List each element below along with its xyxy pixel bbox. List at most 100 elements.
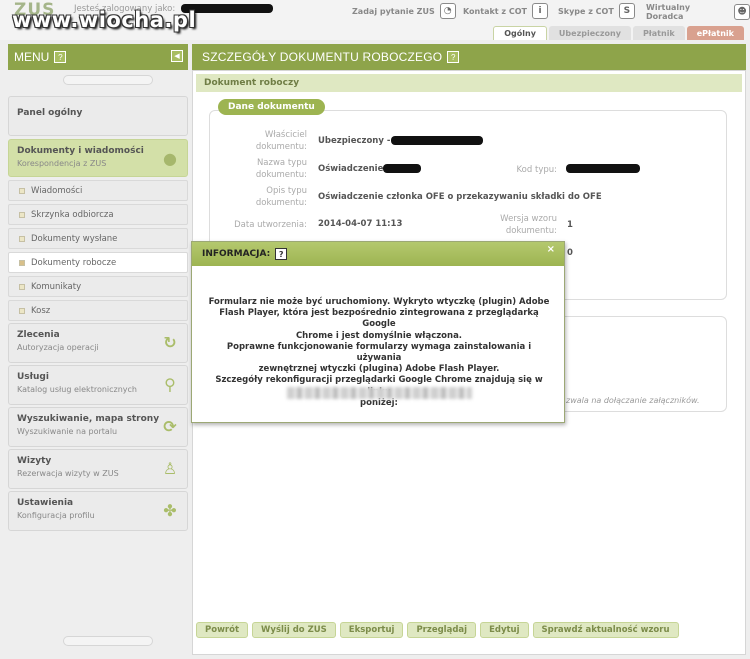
menu-help-icon[interactable]: ? — [54, 51, 67, 63]
profile-tabs: Ogólny Ubezpieczony Płatnik ePłatnik — [493, 26, 744, 40]
panel-label: Panel ogólny — [17, 108, 83, 118]
sidebar-subitem-sent[interactable]: Dokumenty wysłane — [8, 228, 188, 249]
documents-title: Dokumenty i wiadomości — [17, 146, 144, 156]
skype-cot-label: Skype z COT — [558, 6, 614, 16]
sidebar-subitem-inbox[interactable]: Skrzynka odbiorcza — [8, 204, 188, 225]
template-version-value: 1 — [567, 220, 573, 230]
sidebar-item-services[interactable]: Usługi Katalog usług elektronicznych ⚲ — [8, 365, 188, 405]
page-help-icon[interactable]: ? — [447, 51, 460, 63]
doc-type-text: Oświadczenie — [318, 164, 384, 174]
person-icon: ☻ — [734, 4, 750, 20]
section-subtitle: Wyszukiwanie na portalu — [17, 427, 118, 436]
close-icon[interactable]: × — [547, 244, 555, 255]
message-line: zewnętrznej wtyczki (plugina) Adobe Flas… — [258, 364, 500, 375]
dialog-header: INFORMACJA: ? × — [192, 242, 564, 266]
browse-button[interactable]: Przeglądaj — [407, 622, 477, 638]
section-title: Wizyty — [17, 456, 52, 466]
search-cycle-icon: ⟳ — [163, 417, 177, 436]
action-bar: Powrót Wyślij do ZUS Eksportuj Przegląda… — [196, 622, 742, 640]
virtual-advisor-label: Wirtualny Doradca — [646, 3, 691, 21]
speech-bubble-icon: ● — [163, 149, 177, 168]
doc-desc-value: Oświadczenie członka OFE o przekazywaniu… — [318, 192, 602, 202]
section-title: Wyszukiwanie, mapa strony — [17, 414, 160, 424]
skype-icon: S — [618, 3, 635, 19]
puzzle-icon: ✤ — [163, 501, 177, 520]
sidebar-item-panel[interactable]: Panel ogólny — [8, 96, 188, 136]
section-subtitle: Konfiguracja profilu — [17, 511, 95, 520]
tab-payer[interactable]: Płatnik — [632, 26, 685, 40]
sidebar-item-search[interactable]: Wyszukiwanie, mapa strony Wyszukiwanie n… — [8, 407, 188, 447]
bullet-icon — [19, 283, 25, 290]
subitem-label: Komunikaty — [31, 281, 82, 292]
sidebar-item-visits[interactable]: Wizyty Rezerwacja wizyty w ZUS ♙ — [8, 449, 188, 489]
created-date-value: 2014-04-07 11:13 — [318, 219, 403, 229]
owner-value-text: Ubezpieczony - — [318, 136, 391, 146]
sidebar-subitem-drafts[interactable]: Dokumenty robocze — [8, 252, 188, 273]
doc-desc-label: Opis typu dokumentu: — [255, 186, 307, 208]
virtual-advisor-link[interactable]: Wirtualny Doradca ☻ — [646, 3, 750, 21]
chat-bubble-icon: ◔ — [439, 3, 456, 19]
owner-value: Ubezpieczony - — [318, 136, 484, 146]
message-line: Formularz nie może być uruchomiony. Wykr… — [208, 297, 550, 307]
sidebar-subitem-notices[interactable]: Komunikaty — [8, 276, 188, 297]
edit-button[interactable]: Edytuj — [480, 622, 529, 638]
sidebar-item-documents[interactable]: Dokumenty i wiadomości Korespondencja z … — [8, 139, 188, 177]
template-version-label: Wersja wzoru dokumentu: — [500, 214, 557, 236]
menu-header: MENU ? ◀ — [8, 44, 188, 70]
menu-title: MENU — [14, 50, 50, 64]
bullet-icon — [19, 187, 25, 194]
check-template-button[interactable]: Sprawdź aktualność wzoru — [532, 622, 679, 638]
export-button[interactable]: Eksportuj — [339, 622, 404, 638]
attachments-hint: zwala na dołączanie załączników. — [566, 396, 700, 405]
doc-type-value: Oświadczenie — [318, 164, 422, 174]
message-line: Flash Player, która jest bezpośrednio zi… — [219, 308, 539, 330]
collapse-menu-icon[interactable]: ◀ — [171, 50, 183, 62]
section-title: Ustawienia — [17, 498, 74, 508]
walking-icon: ♙ — [162, 459, 178, 478]
contact-cot-link[interactable]: Kontakt z COT i — [463, 3, 548, 19]
bullet-icon — [19, 259, 25, 266]
tab-epayer[interactable]: ePłatnik — [686, 26, 744, 40]
subitem-label: Skrzynka odbiorcza — [31, 209, 114, 220]
documents-subtitle: Korespondencja z ZUS — [17, 159, 107, 168]
ask-zus-link[interactable]: Zadaj pytanie ZUS ◔ — [352, 3, 456, 19]
tab-insured[interactable]: Ubezpieczony — [548, 26, 631, 40]
section-subtitle: Katalog usług elektronicznych — [17, 385, 137, 394]
subitem-label: Kosz — [31, 305, 51, 316]
type-code-label: Kod typu: — [516, 165, 557, 175]
skype-cot-link[interactable]: Skype z COT S — [558, 3, 635, 19]
section-subtitle: Autoryzacja operacji — [17, 343, 99, 352]
back-button[interactable]: Powrót — [196, 622, 249, 638]
section-title: Usługi — [17, 372, 49, 382]
message-line: poniżej: — [360, 397, 398, 408]
refresh-icon: ↻ — [163, 333, 177, 352]
sidebar-subitem-messages[interactable]: Wiadomości — [8, 180, 188, 201]
dialog-title: INFORMACJA: — [202, 249, 271, 259]
sidebar-subitem-trash[interactable]: Kosz — [8, 300, 188, 321]
menu-scroll-down[interactable] — [63, 636, 153, 646]
sidebar-item-settings[interactable]: Ustawienia Konfiguracja profilu ✤ — [8, 491, 188, 531]
created-date-label: Data utworzenia: — [234, 220, 307, 230]
menu-scroll-up[interactable] — [63, 75, 153, 85]
redacted-owner — [391, 136, 484, 145]
document-bar: Dokument roboczy — [196, 74, 742, 92]
dialog-help-icon[interactable]: ? — [275, 248, 288, 260]
info-dialog: INFORMACJA: ? × Formularz nie może być u… — [191, 241, 565, 423]
hidden-field-value: 0 — [567, 248, 573, 258]
bullet-icon — [19, 235, 25, 242]
doc-type-label: Nazwa typu dokumentu: — [255, 158, 307, 180]
info-icon: i — [531, 3, 548, 19]
redacted-type — [383, 164, 422, 173]
watermark: www.wiocha.pl — [12, 8, 197, 32]
message-line: Poprawne funkcjonowanie formularzy wymag… — [226, 341, 532, 364]
contact-cot-label: Kontakt z COT — [463, 6, 527, 16]
tab-general[interactable]: Ogólny — [493, 26, 547, 40]
subitem-label: Dokumenty robocze — [31, 257, 117, 268]
subitem-label: Dokumenty wysłane — [31, 233, 118, 244]
blurred-help-link[interactable] — [287, 387, 472, 399]
owner-label: Właściciel dokumentu: — [255, 130, 307, 152]
bullet-icon — [19, 211, 25, 218]
sidebar-item-orders[interactable]: Zlecenia Autoryzacja operacji ↻ — [8, 323, 188, 363]
page-title-bar: SZCZEGÓŁY DOKUMENTU ROBOCZEGO ? — [192, 44, 746, 70]
send-to-zus-button[interactable]: Wyślij do ZUS — [252, 622, 336, 638]
